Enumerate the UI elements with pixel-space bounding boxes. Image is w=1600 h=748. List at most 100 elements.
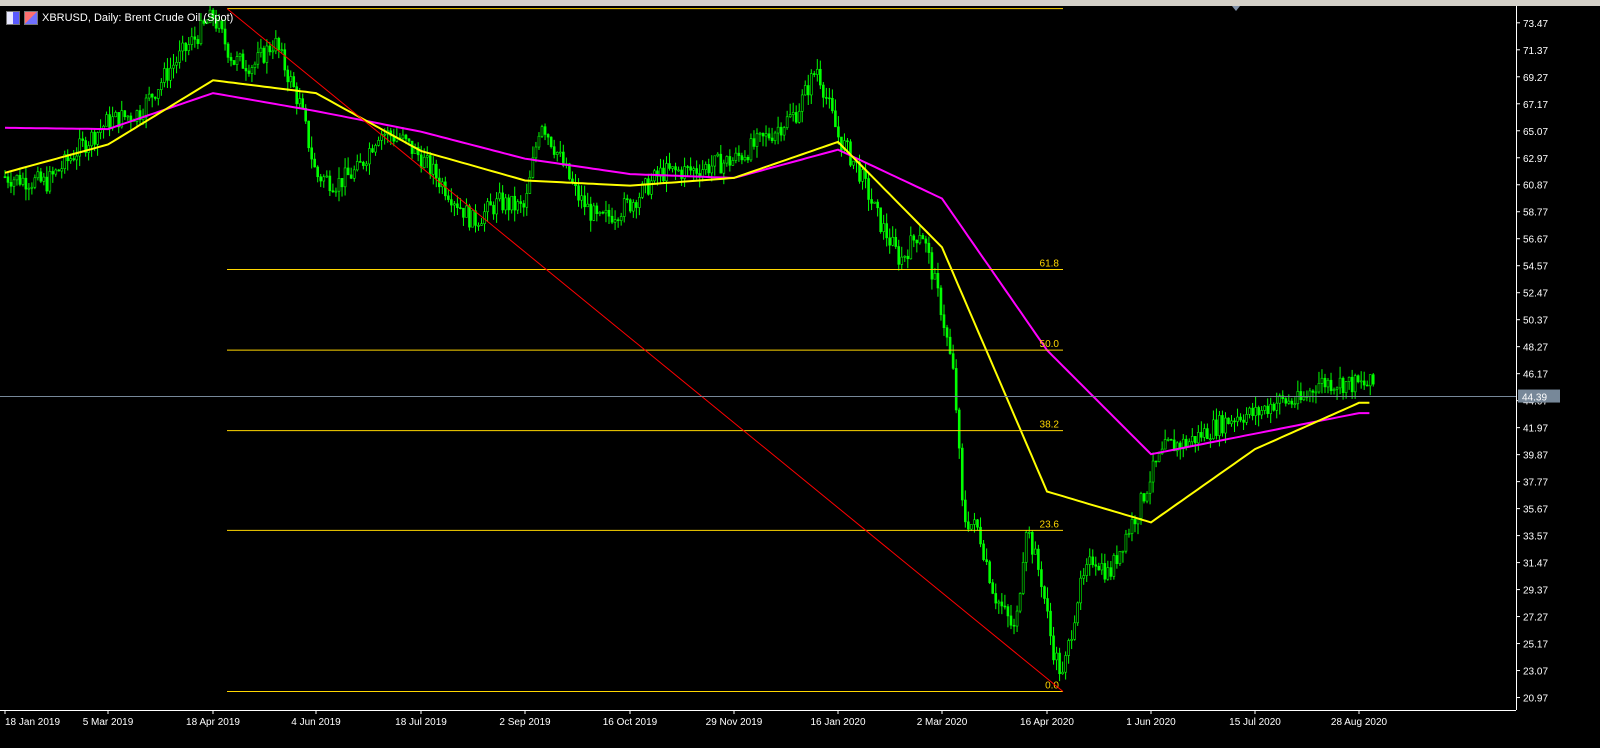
candle-body: [477, 225, 480, 227]
candle-body: [3, 176, 7, 178]
candle-body: [677, 169, 680, 172]
price-axis-label: 37.77: [1523, 478, 1548, 489]
chart-area[interactable]: 100.061.850.038.223.60.073.4771.3769.276…: [0, 6, 1600, 748]
candle: [879, 207, 882, 234]
candle-body: [788, 114, 792, 118]
candle-body: [671, 166, 674, 169]
candle-body: [988, 561, 991, 583]
candle-body: [779, 126, 783, 136]
candle-body: [619, 216, 623, 221]
fib-level-label: 50.0: [1040, 339, 1060, 350]
candle-body: [773, 132, 777, 141]
candle-body: [1040, 569, 1043, 587]
candle-body: [897, 246, 901, 265]
candle-body: [1148, 481, 1152, 494]
candle-body: [1239, 416, 1242, 421]
candle: [471, 210, 474, 228]
candle-body: [169, 67, 172, 81]
candle-body: [153, 96, 157, 99]
candle-body: [1302, 396, 1306, 401]
candle-body: [1052, 635, 1055, 661]
candle-body: [1338, 377, 1342, 389]
candle-body: [650, 180, 653, 195]
candle-body: [1139, 493, 1143, 519]
chart-title-bar: XBRUSD, Daily: Brent Crude Oil (Spot): [6, 10, 233, 26]
candle-body: [349, 174, 353, 179]
candle-body: [1088, 556, 1092, 565]
candle-body: [930, 252, 934, 280]
candle-body: [982, 543, 985, 560]
candle-body: [352, 169, 356, 179]
candle-body: [1049, 610, 1052, 637]
candle-body: [1009, 615, 1013, 626]
candle-body: [882, 223, 885, 232]
candle-body: [1353, 375, 1357, 393]
candle-body: [147, 93, 151, 99]
candle-body: [879, 207, 882, 232]
candle-body: [1269, 403, 1273, 415]
price-axis-label: 50.37: [1523, 316, 1548, 327]
candle-body: [1359, 380, 1363, 383]
candle-body: [42, 176, 46, 182]
candle-body: [57, 169, 61, 172]
candle-body: [1221, 415, 1224, 434]
candle-body: [1079, 577, 1082, 604]
candle-body: [1215, 419, 1218, 436]
candle-body: [519, 201, 523, 204]
candle-body: [319, 176, 323, 182]
candle-body: [819, 68, 822, 86]
candle-body: [522, 203, 526, 208]
candle-body: [1154, 460, 1158, 463]
time-axis-label: 18 Jul 2019: [395, 717, 447, 728]
fib-level-label: 23.6: [1040, 519, 1060, 530]
candle-body: [1091, 556, 1095, 566]
candle-body: [1151, 460, 1155, 483]
candle-body: [283, 49, 287, 71]
candle-body: [9, 182, 13, 187]
candle-body: [767, 133, 771, 139]
candle-body: [1197, 432, 1200, 444]
candle-body: [1037, 548, 1040, 570]
candle-body: [791, 112, 795, 115]
candle-body: [689, 166, 692, 171]
candle-body: [632, 202, 635, 212]
candle-body: [837, 126, 840, 138]
candle-body: [592, 205, 596, 221]
candle-body: [970, 524, 973, 530]
candle-body: [1293, 403, 1297, 406]
candle-body: [93, 131, 96, 145]
candle-body: [1024, 532, 1028, 563]
candle-body: [610, 215, 614, 223]
candle-body: [834, 110, 837, 128]
candle-body: [782, 127, 786, 136]
time-axis-label: 15 Jul 2020: [1229, 717, 1281, 728]
candle-body: [6, 176, 10, 183]
candle-body: [259, 47, 263, 54]
candle-body: [507, 197, 510, 211]
candle-body: [994, 593, 998, 604]
candle-body: [906, 255, 910, 260]
candle-body: [301, 98, 305, 109]
candle-body: [776, 126, 780, 134]
candle-body: [459, 207, 462, 209]
candle-body: [812, 73, 816, 75]
candle-body: [456, 203, 459, 208]
price-axis-label: 56.67: [1523, 235, 1548, 246]
candle-body: [359, 161, 362, 163]
candle-body: [196, 39, 200, 45]
candle-body: [861, 169, 864, 182]
candle-body: [1344, 381, 1348, 393]
candle-body: [1323, 377, 1327, 388]
candle-body: [175, 62, 178, 66]
candle-body: [178, 50, 181, 63]
candle-body: [1100, 563, 1104, 571]
candle-body: [1311, 390, 1315, 393]
candle: [540, 124, 544, 138]
candle-body: [498, 192, 501, 200]
candle-body: [1018, 593, 1022, 612]
candle-body: [1284, 398, 1288, 404]
candle-body: [746, 156, 750, 161]
candle-body: [244, 68, 248, 72]
price-chart[interactable]: 100.061.850.038.223.60.073.4771.3769.276…: [0, 6, 1600, 748]
candle-body: [286, 69, 290, 83]
